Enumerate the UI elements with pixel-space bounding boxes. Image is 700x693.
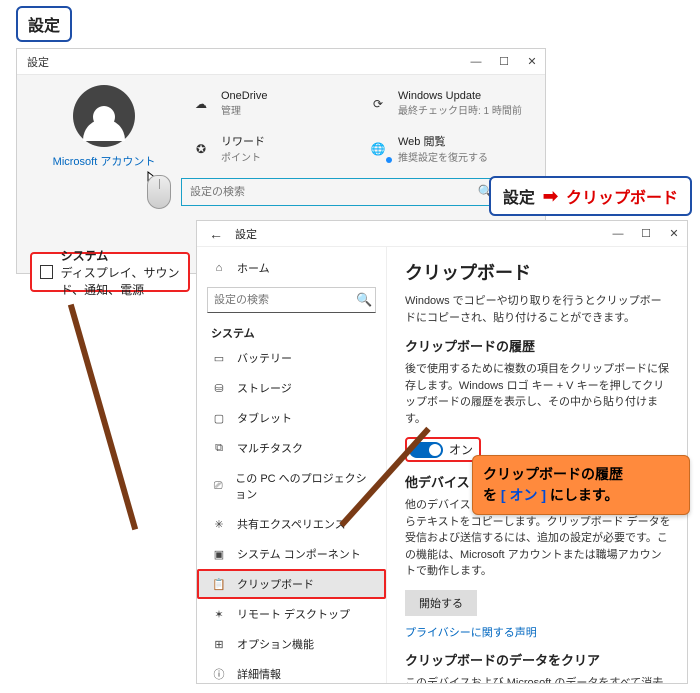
titlebar: ← 設定 — ☐ ✕	[197, 221, 687, 247]
globe-icon: 🌐	[366, 137, 390, 161]
battery-icon: ▭	[211, 350, 227, 366]
nav-hint-from: 設定	[503, 184, 535, 208]
clear-text: このデバイスおよび Microsoft のデータをすべて消去します (ピン留めし…	[405, 675, 671, 684]
page-title: クリップボード	[405, 259, 671, 285]
tile-rewards[interactable]: ✪ リワードポイント	[189, 128, 356, 169]
nav-shared[interactable]: ✳共有エクスペリエンス	[197, 509, 386, 539]
annotation-arrow-1	[68, 304, 138, 531]
history-toggle-label: オン	[449, 441, 473, 458]
nav-remote[interactable]: ✶リモート デスクトップ	[197, 599, 386, 629]
optional-icon: ⊞	[211, 636, 227, 652]
multitask-icon: ⧉	[211, 440, 227, 456]
tile-system[interactable]: システム ディスプレイ、サウンド、通知、電源	[30, 252, 190, 292]
titlebar: 設定 — ☐ ✕	[17, 49, 545, 75]
nav-about[interactable]: ⓘ詳細情報	[197, 659, 386, 683]
nav-hint-to: クリップボード	[566, 184, 678, 208]
clear-heading: クリップボードのデータをクリア	[405, 650, 671, 669]
callout-on: [ オン ]	[501, 487, 546, 503]
start-button[interactable]: 開始する	[405, 590, 477, 616]
mouse-icon	[147, 175, 171, 209]
nav-search-input[interactable]	[214, 294, 356, 306]
settings-search[interactable]: 🔍	[181, 178, 503, 206]
badge-settei: 設定	[16, 6, 72, 42]
nav-storage[interactable]: ⛁ストレージ	[197, 373, 386, 403]
avatar	[73, 85, 135, 147]
nav-tablet[interactable]: ▢タブレット	[197, 403, 386, 433]
arrow-right-icon: ➡	[543, 186, 558, 207]
home-icon: ⌂	[211, 260, 227, 276]
tile-web-browse[interactable]: 🌐 Web 閲覧推奨設定を復元する	[366, 128, 533, 169]
share-icon: ✳	[211, 516, 227, 532]
callout-line2a: を	[483, 487, 501, 503]
update-icon: ⟳	[366, 92, 390, 116]
minimize-button[interactable]: —	[469, 55, 483, 69]
intro-text: Windows でコピーや切り取りを行うとクリップボードにコピーされ、貼り付ける…	[405, 293, 671, 326]
window-title: 設定	[23, 54, 469, 70]
nav-search[interactable]: 🔍	[207, 287, 376, 313]
search-icon: 🔍	[356, 292, 372, 308]
home-tiles: ☁ OneDrive管理 ⟳ Windows Update最終チェック日時: 1…	[189, 85, 533, 169]
maximize-button[interactable]: ☐	[639, 227, 653, 241]
nav-multitask[interactable]: ⧉マルチタスク	[197, 433, 386, 463]
nav-hint: 設定 ➡ クリップボード	[489, 176, 692, 216]
rewards-icon: ✪	[189, 137, 213, 161]
callout-line2c: にします。	[550, 487, 619, 503]
nav-components[interactable]: ▣システム コンポーネント	[197, 539, 386, 569]
remote-icon: ✶	[211, 606, 227, 622]
callout-bubble: クリップボードの履歴 を [ オン ] にします。	[472, 455, 690, 515]
display-icon	[40, 265, 53, 279]
account-column: Microsoft アカウント	[29, 85, 179, 169]
close-button[interactable]: ✕	[667, 227, 681, 241]
components-icon: ▣	[211, 546, 227, 562]
maximize-button[interactable]: ☐	[497, 55, 511, 69]
nav-heading-system: システム	[197, 319, 386, 343]
tile-windows-update[interactable]: ⟳ Windows Update最終チェック日時: 1 時間前	[366, 85, 533, 122]
info-icon: ⓘ	[211, 666, 227, 682]
nav-battery[interactable]: ▭バッテリー	[197, 343, 386, 373]
nav-clipboard[interactable]: 📋クリップボード	[197, 569, 386, 599]
privacy-link[interactable]: プライバシーに関する声明	[405, 624, 671, 640]
tablet-icon: ▢	[211, 410, 227, 426]
window-title: 設定	[229, 226, 611, 242]
settings-search-input[interactable]	[190, 186, 478, 198]
history-text: 後で使用するために複数の項目をクリップボードに保存します。Windows ロゴ …	[405, 361, 671, 427]
microsoft-account-link[interactable]: Microsoft アカウント	[53, 153, 156, 169]
window-sys-buttons: — ☐ ✕	[469, 55, 539, 69]
cloud-icon: ☁	[189, 92, 213, 116]
nav-optional[interactable]: ⊞オプション機能	[197, 629, 386, 659]
left-nav: ⌂ ホーム 🔍 システム ▭バッテリー ⛁ストレージ ▢タブレット ⧉マルチタス…	[197, 247, 387, 683]
tile-onedrive[interactable]: ☁ OneDrive管理	[189, 85, 356, 122]
projection-icon: ⎚	[211, 478, 225, 494]
settings-detail-window: ← 設定 — ☐ ✕ ⌂ ホーム 🔍 システム ▭バッテリー ⛁ストレージ ▢タ…	[196, 220, 688, 684]
history-heading: クリップボードの履歴	[405, 336, 671, 355]
minimize-button[interactable]: —	[611, 227, 625, 241]
nav-home[interactable]: ⌂ ホーム	[197, 253, 386, 283]
back-button[interactable]: ←	[203, 226, 229, 242]
storage-icon: ⛁	[211, 380, 227, 396]
clipboard-icon: 📋	[211, 576, 227, 592]
close-button[interactable]: ✕	[525, 55, 539, 69]
callout-line1: クリップボードの履歴	[483, 466, 623, 482]
